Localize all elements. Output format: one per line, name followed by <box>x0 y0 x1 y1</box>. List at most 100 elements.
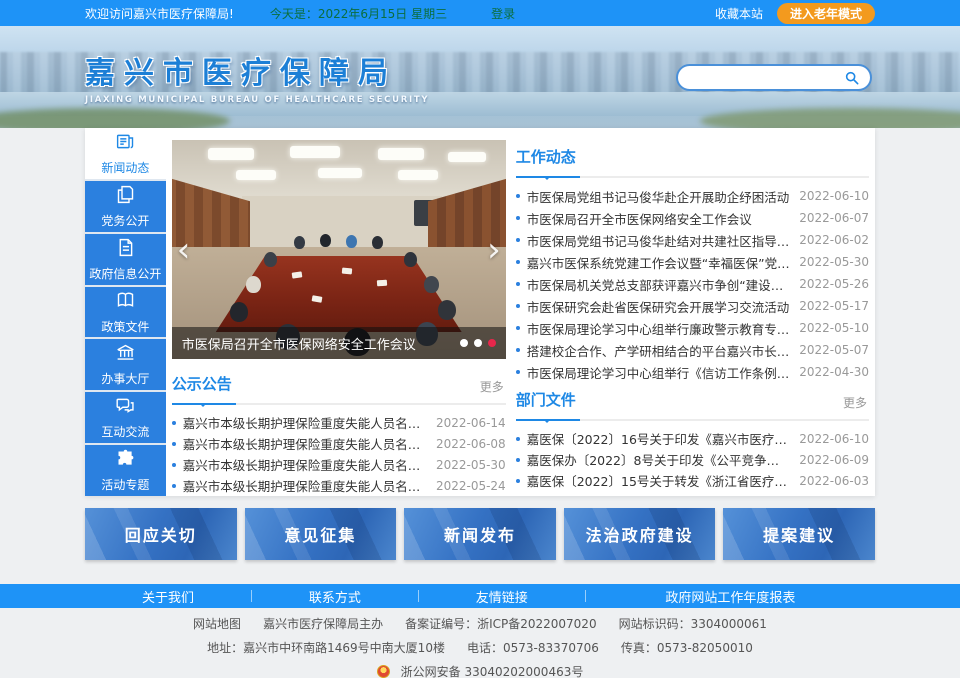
notice-date: 2022-06-08 <box>436 437 506 451</box>
sitemap-link[interactable]: 网站地图 <box>193 617 241 631</box>
sidebar-item-policy-files[interactable]: 政策文件 <box>85 287 166 340</box>
notice-title: 嘉兴市本级长期护理保险重度失能人员名单公示（2... <box>183 455 428 474</box>
carousel-dot-active[interactable] <box>488 339 496 347</box>
dept-file-item[interactable]: 嘉医保〔2022〕16号关于印发《嘉兴市医疗保...2022-06-10 <box>516 428 869 449</box>
bullet-icon <box>172 421 176 425</box>
work-news-item[interactable]: 市医保研究会赴省医保研究会开展学习交流活动 2022-05-17 <box>516 295 869 317</box>
notice-title: 嘉兴市本级长期护理保险重度失能人员名单公示（2... <box>183 434 428 453</box>
bullet-icon <box>516 479 520 483</box>
carousel-caption[interactable]: 市医保局召开全市医保网络安全工作会议 <box>182 334 450 353</box>
notices-list: 嘉兴市本级长期护理保险重度失能人员名单公示（2...2022-06-14 嘉兴市… <box>172 412 506 496</box>
sidebar-item-label: 新闻动态 <box>101 159 149 176</box>
banner-label: 法治政府建设 <box>586 522 694 546</box>
notice-date: 2022-05-30 <box>436 458 506 472</box>
work-news-item[interactable]: 市医保局党组书记马俊华赴企开展助企纾困活动 2022-06-10 <box>516 185 869 207</box>
fax-text: 传真：0573-82050010 <box>621 641 753 655</box>
notice-item[interactable]: 嘉兴市本级长期护理保险重度失能人员名单公示（2...2022-05-24 <box>172 475 506 496</box>
work-news-title: 市医保局党组书记马俊华赴结对共建社区指导全国文... <box>527 231 792 250</box>
dept-file-title: 嘉医保〔2022〕14号关于转发《浙江省医疗保... <box>527 492 792 496</box>
footer-nav-annual-report[interactable]: 政府网站工作年度报表 <box>665 587 795 606</box>
news-carousel: ‹ › 市医保局召开全市医保网络安全工作会议 <box>172 140 506 359</box>
bullet-icon <box>516 216 520 220</box>
icp-number: 备案证编号：浙ICP备2022007020 <box>405 617 597 631</box>
work-news-date: 2022-06-02 <box>799 233 869 247</box>
login-link[interactable]: 登录 <box>491 5 515 22</box>
middle-column: ‹ › 市医保局召开全市医保网络安全工作会议 公示公告 更多 嘉兴市本级长期护理… <box>172 128 506 496</box>
favorite-link[interactable]: 收藏本站 <box>715 5 763 22</box>
banner-law-government[interactable]: 法治政府建设 <box>564 508 716 560</box>
dept-file-title: 嘉医保办〔2022〕8号关于印发《公平竞争审查... <box>527 450 792 469</box>
puzzle-icon <box>115 448 136 472</box>
carousel-dot[interactable] <box>460 339 468 347</box>
more-link[interactable]: 更多 <box>843 394 867 411</box>
work-news-item[interactable]: 嘉兴市医保系统党建工作会议暨“幸福医保”党建联...2022-05-30 <box>516 251 869 273</box>
carousel-prev-arrow[interactable]: ‹ <box>177 233 191 267</box>
date-text: 今天是：2022年6月15日 星期三 <box>270 5 447 22</box>
main-content: 新闻动态 党务公开 政府信息公开 政策文件 办事大厅 互动交流 <box>85 128 875 496</box>
sidebar: 新闻动态 党务公开 政府信息公开 政策文件 办事大厅 互动交流 <box>85 128 166 496</box>
sidebar-item-gov-info[interactable]: 政府信息公开 <box>85 234 166 287</box>
carousel-dot[interactable] <box>474 339 482 347</box>
elder-mode-button[interactable]: 进入老年模式 <box>777 3 875 24</box>
bank-icon <box>115 342 136 366</box>
work-news-title: 市医保局党组书记马俊华赴企开展助企纾困活动 <box>527 187 792 206</box>
banner-label: 新闻发布 <box>444 522 516 546</box>
more-link[interactable]: 更多 <box>480 378 504 395</box>
banner-label: 意见征集 <box>284 522 356 546</box>
bullet-icon <box>516 238 520 242</box>
bullet-icon <box>516 304 520 308</box>
banner-news-release[interactable]: 新闻发布 <box>404 508 556 560</box>
banner-opinion-collection[interactable]: 意见征集 <box>245 508 397 560</box>
notice-item[interactable]: 嘉兴市本级长期护理保险重度失能人员名单公示（2... 2022-06-08 <box>172 433 506 454</box>
work-news-date: 2022-05-26 <box>799 277 869 291</box>
work-news-date: 2022-05-17 <box>799 299 869 313</box>
work-news-title: 嘉兴市医保系统党建工作会议暨“幸福医保”党建联... <box>527 253 792 272</box>
bullet-icon <box>172 463 176 467</box>
dept-file-item[interactable]: 嘉医保〔2022〕14号关于转发《浙江省医疗保...2022-05-16 <box>516 491 869 496</box>
dept-file-date: 2022-06-03 <box>799 474 869 488</box>
sidebar-item-service-hall[interactable]: 办事大厅 <box>85 339 166 392</box>
footer-nav-contact[interactable]: 联系方式 <box>309 587 361 606</box>
sidebar-item-label: 政府信息公开 <box>89 265 161 282</box>
banner-label: 回应关切 <box>125 522 197 546</box>
sidebar-item-news[interactable]: 新闻动态 <box>85 128 166 181</box>
topbar: 欢迎访问嘉兴市医疗保障局! 今天是：2022年6月15日 星期三 登录 收藏本站… <box>0 0 960 26</box>
work-news-date: 2022-06-10 <box>799 189 869 203</box>
notice-item[interactable]: 嘉兴市本级长期护理保险重度失能人员名单公示（2...2022-06-14 <box>172 412 506 433</box>
search-icon[interactable] <box>844 70 860 86</box>
dept-file-item[interactable]: 嘉医保〔2022〕15号关于转发《浙江省医疗保... 2022-06-03 <box>516 470 869 491</box>
work-news-item[interactable]: 搭建校企合作、产学研相结合的平台嘉兴市长期护理...2022-05-07 <box>516 339 869 361</box>
banner-proposals[interactable]: 提案建议 <box>723 508 875 560</box>
work-news-list: 市医保局党组书记马俊华赴企开展助企纾困活动 2022-06-10 市医保局召开全市… <box>516 185 869 383</box>
public-security-badge-icon <box>377 665 390 678</box>
work-news-item[interactable]: 市医保局党组书记马俊华赴结对共建社区指导全国文... 2022-06-02 <box>516 229 869 251</box>
dept-file-item[interactable]: 嘉医保办〔2022〕8号关于印发《公平竞争审查...2022-06-09 <box>516 449 869 470</box>
footer-info: 网站地图嘉兴市医疗保障局主办备案证编号：浙ICP备2022007020网站标识码… <box>0 608 960 678</box>
work-news-item[interactable]: 市医保局理论学习中心组举行廉政警示教育专题学习...2022-05-10 <box>516 317 869 339</box>
bullet-icon <box>516 260 520 264</box>
party-docs-icon <box>115 184 136 208</box>
sidebar-item-special-topics[interactable]: 活动专题 <box>85 445 166 496</box>
work-news-title: 市医保研究会赴省医保研究会开展学习交流活动 <box>527 297 792 316</box>
footer-nav-about[interactable]: 关于我们 <box>142 587 194 606</box>
footer-nav-links[interactable]: 友情链接 <box>476 587 528 606</box>
welcome-text: 欢迎访问嘉兴市医疗保障局! <box>85 5 234 22</box>
site-logo[interactable]: 嘉兴市医疗保障局 JIAXING MUNICIPAL BUREAU OF HEA… <box>85 48 429 105</box>
carousel-next-arrow[interactable]: › <box>487 233 501 267</box>
banner-respond-concerns[interactable]: 回应关切 <box>85 508 237 560</box>
sidebar-item-interaction[interactable]: 互动交流 <box>85 392 166 445</box>
work-news-item[interactable]: 市医保局理论学习中心组举行《信访工作条例》专题...2022-04-30 <box>516 361 869 383</box>
work-news-item[interactable]: 市医保局召开全市医保网络安全工作会议2022-06-07 <box>516 207 869 229</box>
address-text: 地址：嘉兴市中环南路1469号中南大厦10楼 <box>207 641 445 655</box>
search-input[interactable] <box>690 71 844 85</box>
notice-item[interactable]: 嘉兴市本级长期护理保险重度失能人员名单公示（2... 2022-05-30 <box>172 454 506 475</box>
section-header-dept-files: 部门文件 更多 <box>516 389 869 421</box>
bullet-icon <box>172 442 176 446</box>
newspaper-icon <box>115 131 136 155</box>
sidebar-item-label: 活动专题 <box>101 476 149 493</box>
host-text: 嘉兴市医疗保障局主办 <box>263 617 383 631</box>
work-news-item[interactable]: 市医保局机关党总支部获评嘉兴市争创“建设清廉机...2022-05-26 <box>516 273 869 295</box>
sidebar-item-party-affairs[interactable]: 党务公开 <box>85 181 166 234</box>
dept-file-title: 嘉医保〔2022〕15号关于转发《浙江省医疗保... <box>527 471 792 490</box>
security-record-link[interactable]: 浙公网安备 33040202000463号 <box>401 665 584 678</box>
